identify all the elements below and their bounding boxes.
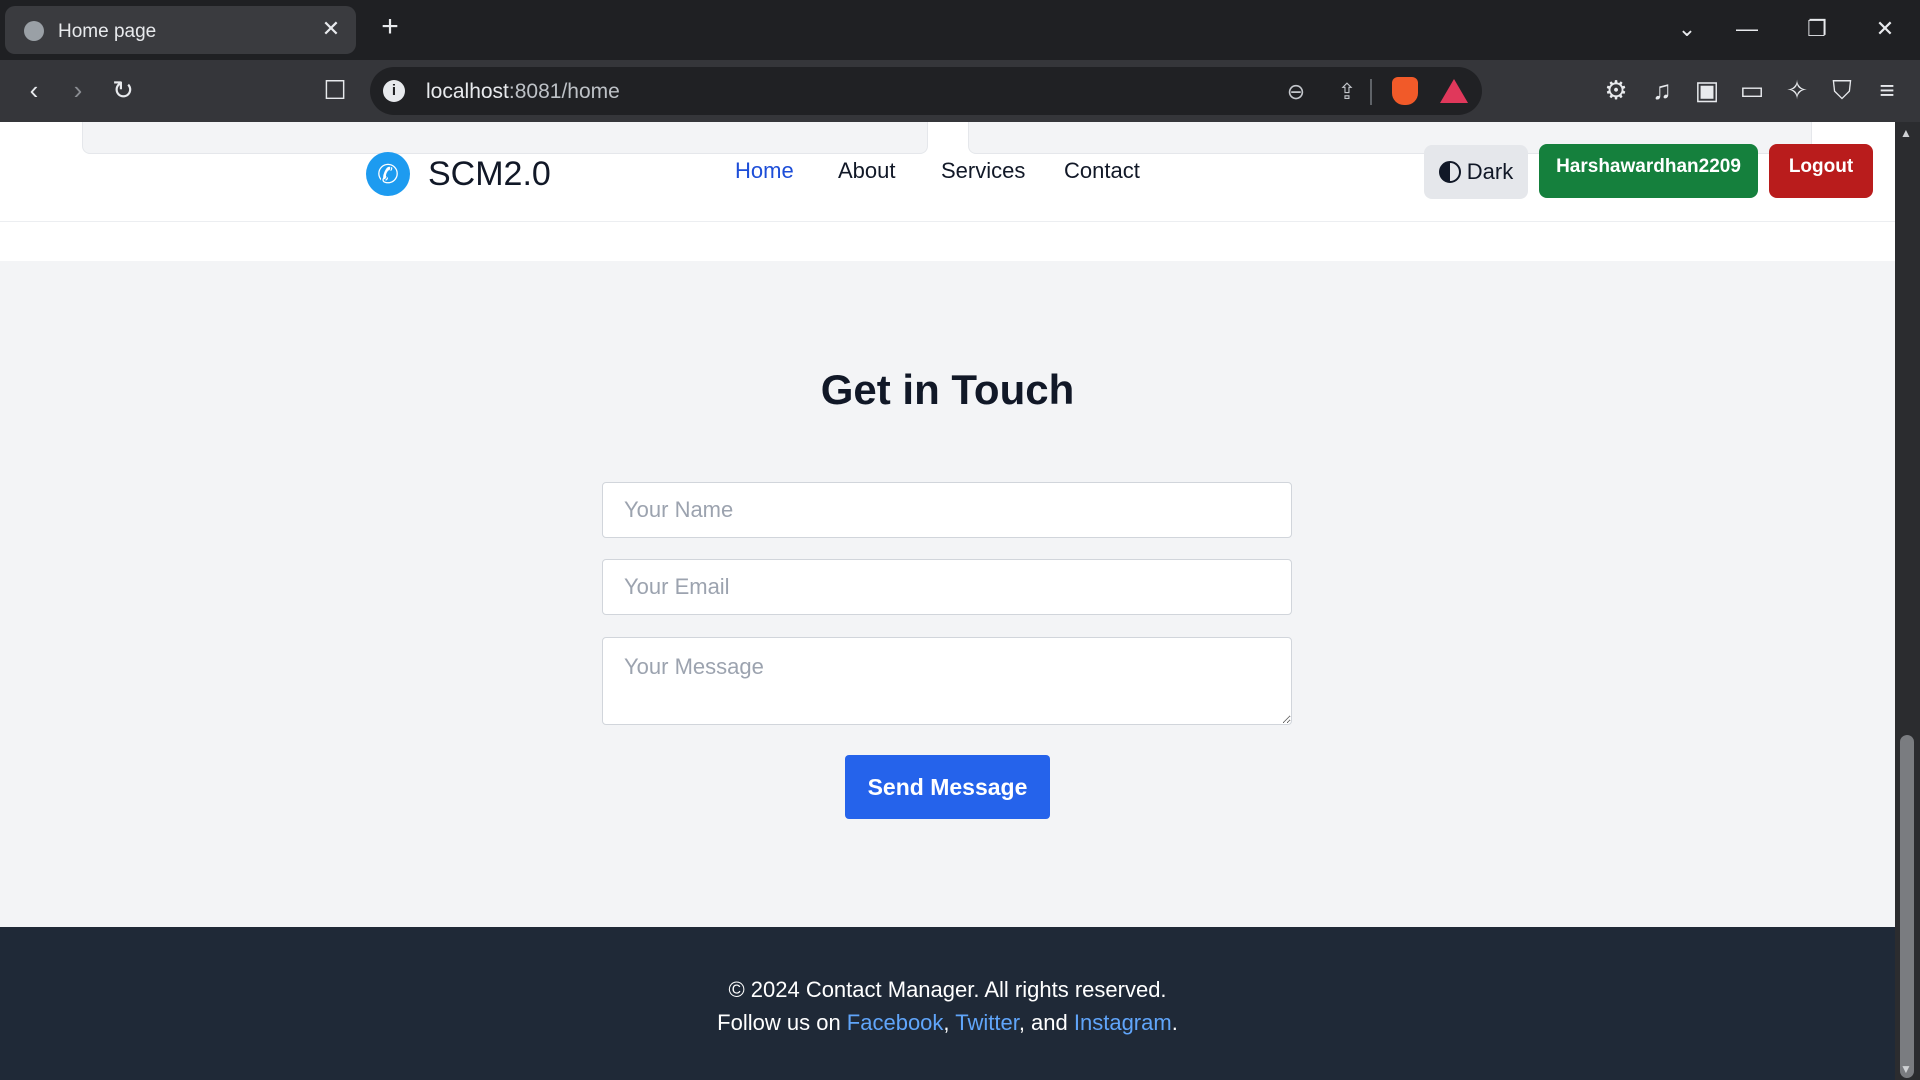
scroll-up-icon[interactable]: ▲ bbox=[1900, 126, 1912, 140]
address-bar[interactable]: i localhost:8081/home ⊖ ⇪ bbox=[370, 67, 1482, 115]
nav-link-about[interactable]: About bbox=[838, 158, 896, 184]
brave-shields-icon[interactable] bbox=[1392, 77, 1418, 105]
overlay-card bbox=[82, 122, 928, 154]
brand-name: SCM2.0 bbox=[428, 154, 551, 193]
share-icon[interactable]: ⇪ bbox=[1332, 77, 1362, 107]
brave-rewards-icon[interactable] bbox=[1440, 79, 1468, 103]
tab-title: Home page bbox=[58, 21, 157, 42]
browser-tab[interactable]: Home page ✕ bbox=[5, 6, 356, 54]
wallet-icon[interactable]: ▭ bbox=[1734, 73, 1770, 109]
instagram-link[interactable]: Instagram bbox=[1074, 1010, 1172, 1035]
divider bbox=[1370, 79, 1372, 105]
message-textarea[interactable] bbox=[602, 637, 1292, 725]
url-text[interactable]: localhost:8081/home bbox=[426, 80, 620, 104]
send-message-button[interactable]: Send Message bbox=[845, 755, 1050, 819]
sidebar-icon[interactable]: ▣ bbox=[1689, 73, 1725, 109]
browser-toolbar: ‹ › ↻ ☐ i localhost:8081/home ⊖ ⇪ ⚙ ♫ ▣ … bbox=[0, 60, 1920, 122]
user-profile-button[interactable]: Harshawardhan2209 bbox=[1539, 144, 1758, 198]
zoom-out-icon[interactable]: ⊖ bbox=[1281, 77, 1311, 107]
minimize-button[interactable]: — bbox=[1730, 14, 1764, 46]
site-footer: © 2024 Contact Manager. All rights reser… bbox=[0, 927, 1895, 1080]
back-icon[interactable]: ‹ bbox=[16, 73, 52, 109]
scroll-down-icon[interactable]: ▼ bbox=[1900, 1062, 1912, 1076]
nav-link-services[interactable]: Services bbox=[941, 158, 1025, 184]
nav-link-home[interactable]: Home bbox=[735, 158, 794, 184]
name-input[interactable] bbox=[602, 482, 1292, 538]
contrast-icon bbox=[1438, 161, 1461, 183]
theme-toggle-button[interactable]: Dark bbox=[1424, 145, 1528, 199]
browser-tab-bar: Home page ✕ + ⌄ — ❐ ✕ bbox=[0, 0, 1920, 60]
close-window-button[interactable]: ✕ bbox=[1868, 14, 1902, 46]
reload-icon[interactable]: ↻ bbox=[105, 73, 141, 109]
menu-icon[interactable]: ≡ bbox=[1869, 73, 1905, 109]
contact-title: Get in Touch bbox=[820, 366, 1075, 413]
globe-icon bbox=[24, 21, 44, 41]
nav-link-contact[interactable]: Contact bbox=[1064, 158, 1140, 184]
forward-icon[interactable]: › bbox=[60, 73, 96, 109]
tab-search-icon[interactable]: ⌄ bbox=[1670, 14, 1704, 46]
extensions-icon[interactable]: ⚙ bbox=[1598, 73, 1634, 109]
theme-toggle-label: Dark bbox=[1466, 159, 1514, 184]
leo-ai-icon[interactable]: ✧ bbox=[1779, 73, 1815, 109]
vpn-icon[interactable]: ⛉ bbox=[1824, 73, 1860, 109]
media-icon[interactable]: ♫ bbox=[1644, 73, 1680, 109]
page-scrollbar[interactable]: ▲ ▼ bbox=[1895, 122, 1920, 1080]
info-icon[interactable]: i bbox=[383, 80, 405, 102]
facebook-link[interactable]: Facebook bbox=[847, 1010, 944, 1035]
copyright-text: © 2024 Contact Manager. All rights reser… bbox=[728, 977, 1167, 1002]
page-viewport: ✆ SCM2.0 Home About Services Contact Dar… bbox=[0, 122, 1895, 1080]
phone-icon: ✆ bbox=[366, 152, 410, 196]
restore-button[interactable]: ❐ bbox=[1800, 14, 1834, 46]
site-navbar: ✆ SCM2.0 Home About Services Contact Dar… bbox=[0, 122, 1895, 261]
logout-button[interactable]: Logout bbox=[1769, 144, 1873, 198]
brand[interactable]: ✆ SCM2.0 bbox=[366, 152, 551, 196]
new-tab-button[interactable]: + bbox=[376, 12, 404, 42]
twitter-link[interactable]: Twitter bbox=[955, 1010, 1019, 1035]
scroll-thumb[interactable] bbox=[1900, 735, 1914, 1078]
email-input[interactable] bbox=[602, 559, 1292, 615]
bookmark-icon[interactable]: ☐ bbox=[317, 73, 353, 109]
social-links-line: Follow us on Facebook, Twitter, and Inst… bbox=[717, 1010, 1178, 1035]
navbar-band bbox=[0, 221, 1895, 261]
close-icon[interactable]: ✕ bbox=[318, 16, 344, 42]
